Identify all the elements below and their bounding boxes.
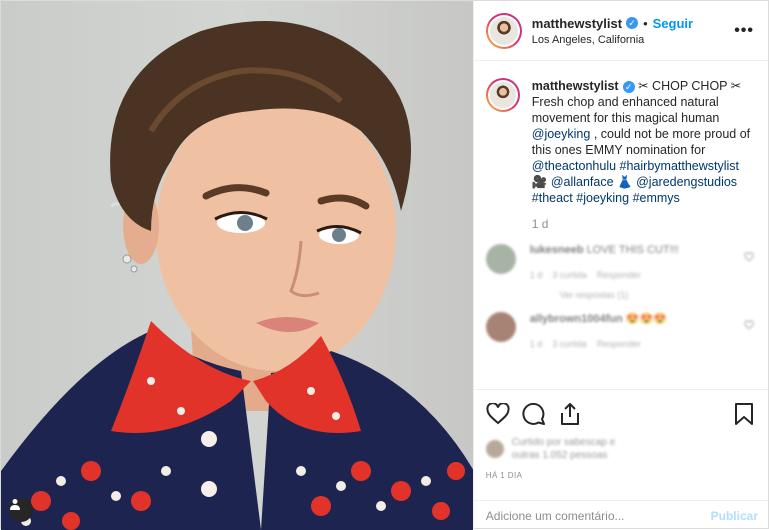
comment-item: allybrown1004fun 😍😍😍 1 d 3 curtida Respo…: [485, 312, 754, 349]
likes-summary[interactable]: Curtido por sabescap e outras 1.052 pess…: [485, 436, 756, 462]
header-username[interactable]: matthewstylist: [532, 16, 622, 31]
heart-icon[interactable]: [744, 320, 754, 330]
portrait-illustration: [1, 21, 473, 530]
likes-line: Curtido por sabescap e: [511, 437, 616, 448]
comment-text: LOVE THIS CUT!!!: [586, 244, 679, 256]
comment-input[interactable]: [485, 508, 711, 523]
post-photo[interactable]: [1, 1, 473, 530]
reply-button[interactable]: Responder: [597, 339, 641, 349]
comment-age[interactable]: 1 d: [530, 339, 543, 349]
caption-avatar[interactable]: [485, 78, 520, 112]
comment-icon: [522, 402, 545, 425]
avatar[interactable]: [485, 12, 522, 49]
like-button[interactable]: [486, 402, 510, 426]
camera-emoji: 🎥: [531, 175, 548, 189]
post-sidebar: matthewstylist ✓ • Seguir Los Angeles, C…: [472, 1, 768, 530]
mention-link[interactable]: @allanface: [551, 175, 614, 189]
likes-line: outras 1.052 pessoas: [511, 450, 608, 461]
view-replies-button[interactable]: Ver respostas (1): [560, 290, 744, 300]
comment-username[interactable]: allybrown1004fun: [530, 313, 623, 325]
comment-likes[interactable]: 3 curtida: [552, 339, 587, 349]
publish-button[interactable]: Publicar: [711, 509, 758, 523]
comment-item: lukesneeb LOVE THIS CUT!!! 1 d 3 curtida…: [485, 244, 754, 300]
comment-age[interactable]: 1 d: [530, 270, 543, 280]
post-timestamp[interactable]: HÁ 1 DIA: [486, 471, 756, 480]
more-options-icon[interactable]: •••: [734, 22, 754, 40]
bookmark-icon: [735, 403, 753, 425]
comment-button[interactable]: [522, 402, 546, 426]
caption-text: matthewstylist ✓ ✂ CHOP CHOP ✂ Fresh chop…: [532, 78, 754, 232]
share-button[interactable]: [558, 402, 582, 426]
add-comment-bar: Publicar: [473, 500, 768, 530]
mention-link[interactable]: @jaredengstudios: [636, 175, 737, 189]
verified-badge-icon: ✓: [626, 17, 639, 29]
person-icon: [10, 499, 20, 510]
heart-icon: [486, 403, 510, 425]
header-separator: •: [643, 15, 648, 31]
caption-time[interactable]: 1 d: [532, 216, 754, 232]
instagram-post: matthewstylist ✓ • Seguir Los Angeles, C…: [0, 0, 769, 530]
caption-line: Fresh chop and enhanced natural movement…: [531, 95, 720, 125]
follow-button[interactable]: Seguir: [653, 16, 693, 31]
verified-badge-icon: ✓: [622, 81, 635, 93]
comment-avatar[interactable]: [485, 312, 516, 342]
reply-button[interactable]: Responder: [597, 270, 641, 280]
liker-avatar: [485, 440, 504, 458]
post-header: matthewstylist ✓ • Seguir Los Angeles, C…: [473, 1, 768, 61]
comment-username[interactable]: lukesneeb: [530, 244, 584, 256]
comments-section: matthewstylist ✓ ✂ CHOP CHOP ✂ Fresh chop…: [474, 62, 768, 388]
dress-emoji: 👗: [617, 175, 633, 189]
heart-icon[interactable]: [744, 252, 754, 262]
hashtag-link[interactable]: #emmys: [633, 191, 680, 205]
caption-username[interactable]: matthewstylist: [532, 79, 619, 93]
mention-link[interactable]: @joeyking: [532, 127, 591, 141]
location-link[interactable]: Los Angeles, California: [532, 34, 734, 46]
hashtag-link[interactable]: #joeyking: [576, 191, 629, 205]
comment-text: 😍😍😍: [625, 313, 667, 325]
comment-likes[interactable]: 3 curtida: [552, 270, 587, 280]
hashtag-link[interactable]: #hairbymatthewstylist: [620, 159, 740, 173]
save-button[interactable]: [732, 402, 756, 426]
mention-link[interactable]: @theactonhulu: [532, 159, 616, 173]
caption-line: ✂ CHOP CHOP ✂: [638, 79, 742, 93]
caption: matthewstylist ✓ ✂ CHOP CHOP ✂ Fresh chop…: [485, 78, 754, 232]
comment-avatar[interactable]: [485, 244, 516, 274]
post-actions: Curtido por sabescap e outras 1.052 pess…: [473, 389, 768, 480]
user-tag-button[interactable]: [9, 498, 33, 522]
hashtag-link[interactable]: #theact: [532, 191, 573, 205]
share-icon: [560, 403, 579, 425]
